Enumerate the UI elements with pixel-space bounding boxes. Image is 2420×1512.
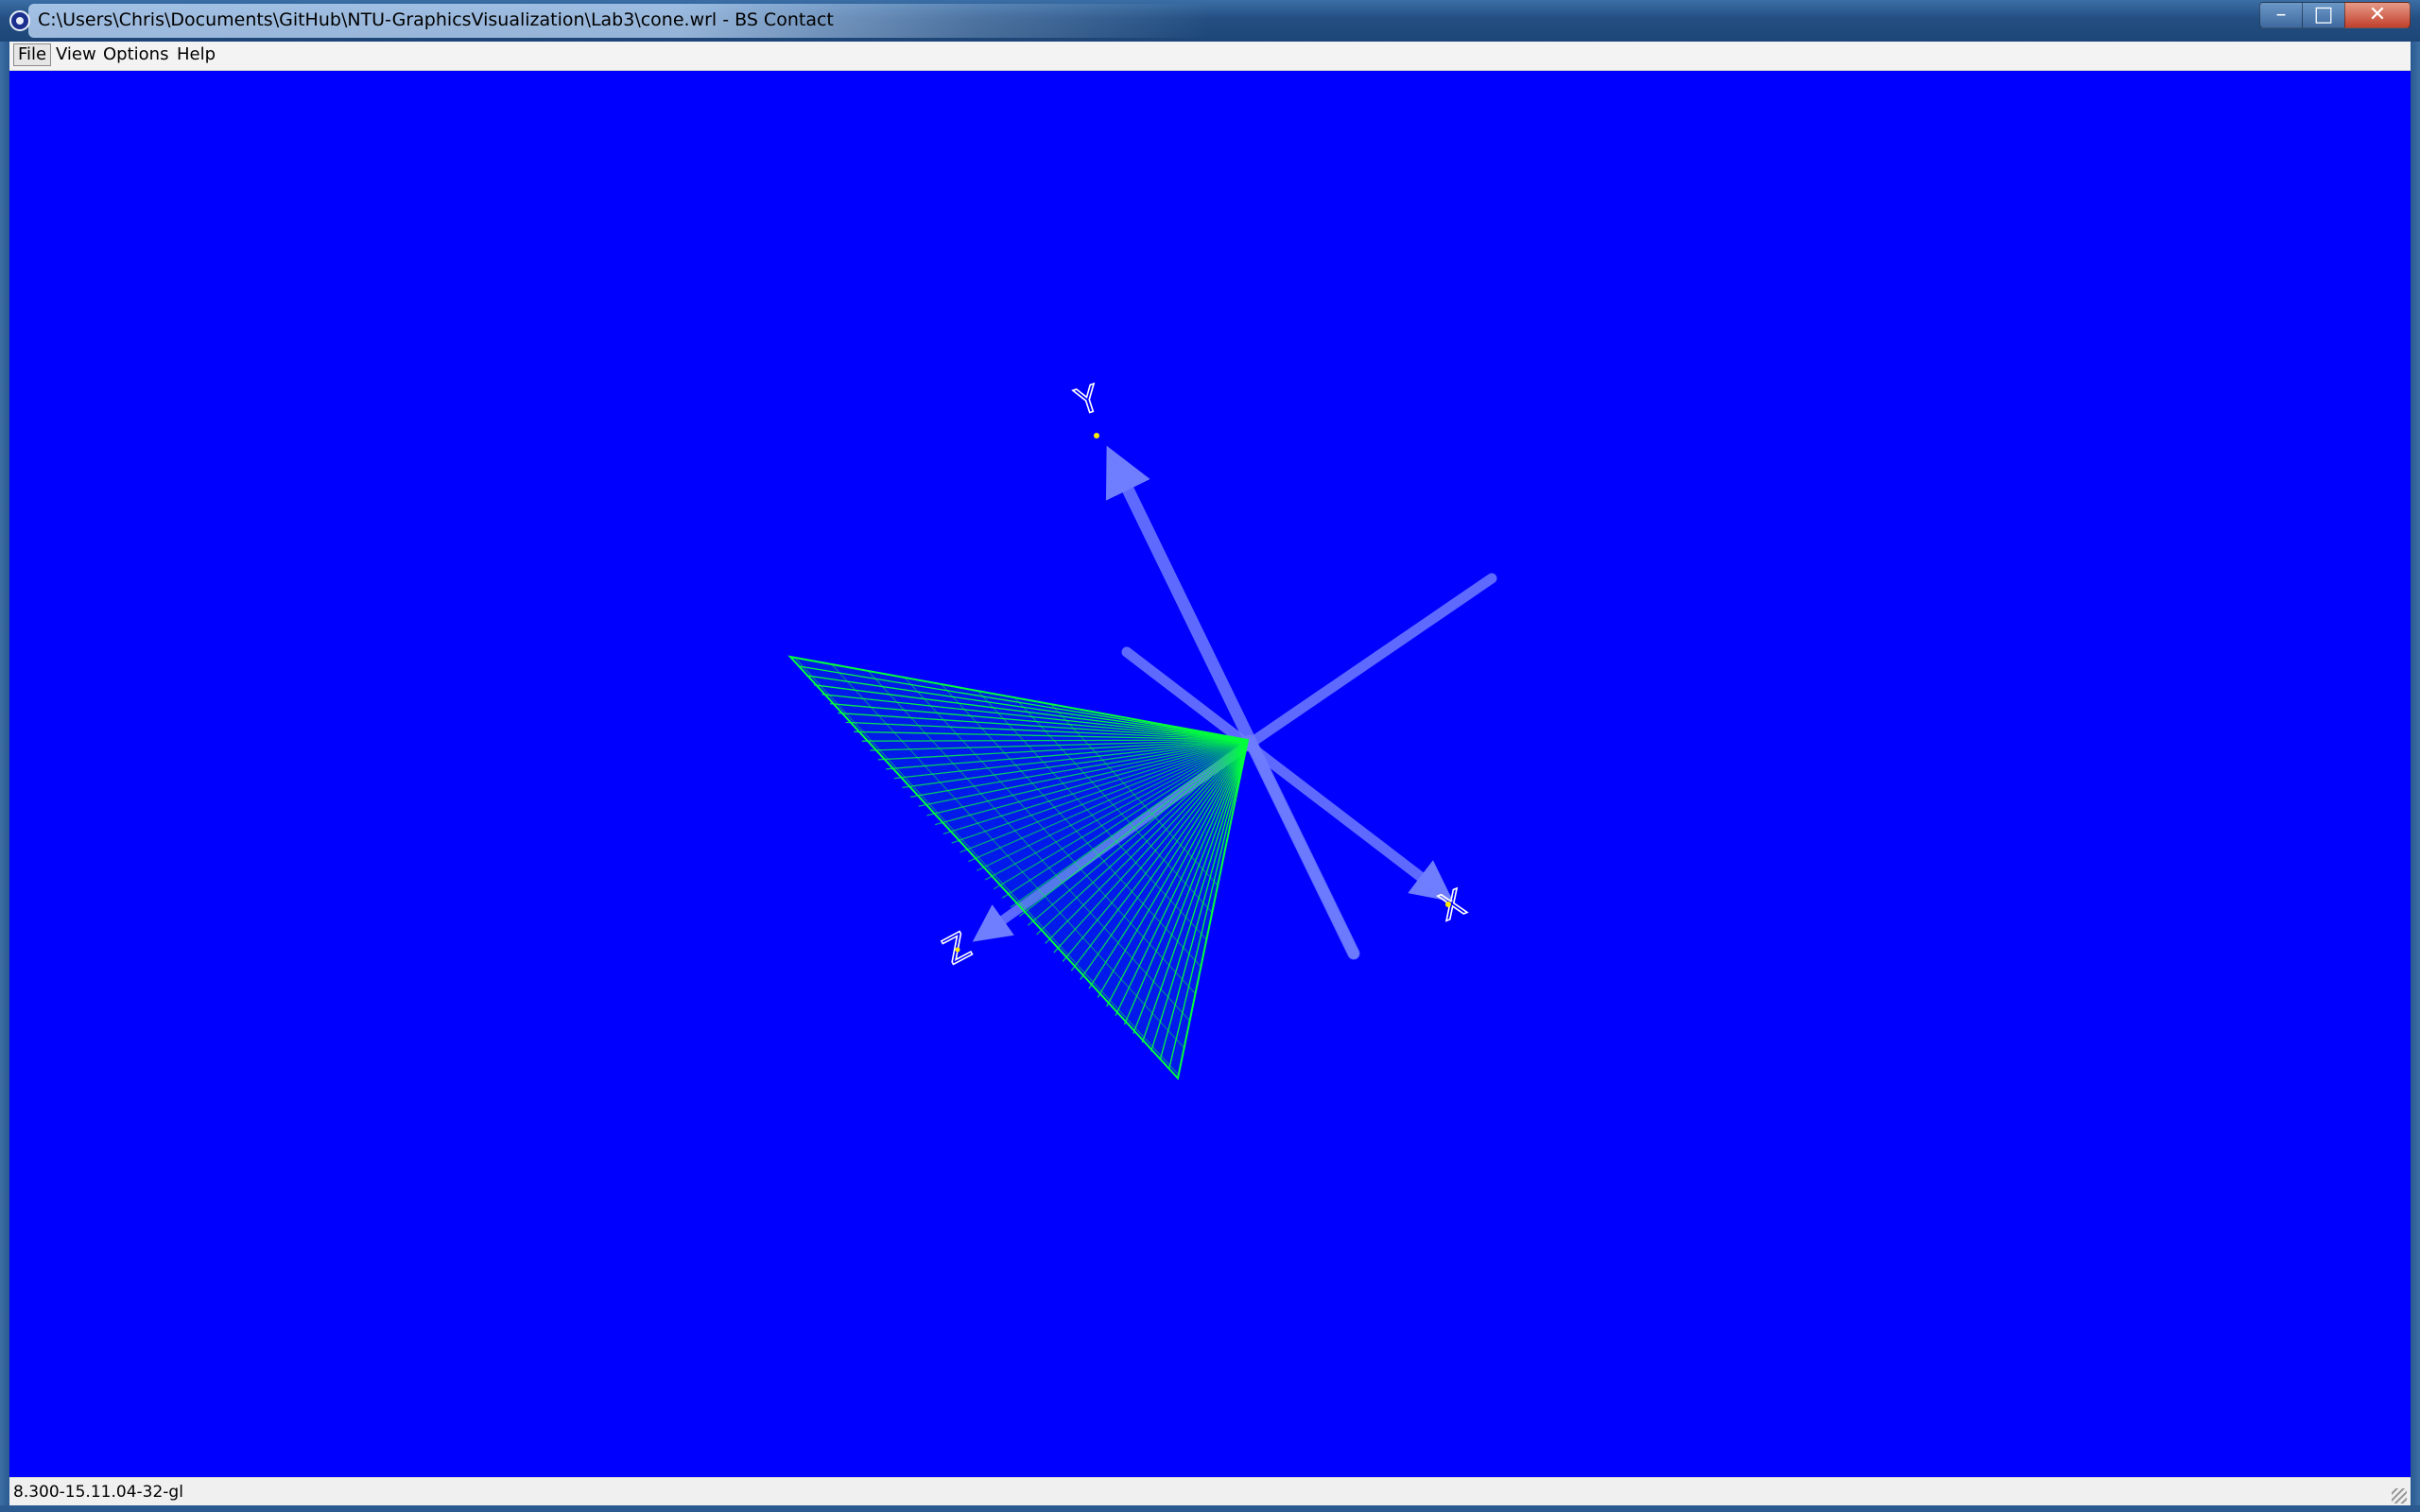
scene-canvas[interactable]: Y X Z: [9, 71, 2411, 1477]
resize-grip-icon[interactable]: [2392, 1488, 2407, 1503]
status-bar: 8.300-15.11.04-32-gl: [9, 1477, 2411, 1506]
vrml-3d-viewport[interactable]: Y X Z: [9, 71, 2411, 1477]
menu-help[interactable]: Help: [173, 44, 219, 65]
window-title: C:\Users\Chris\Documents\GitHub\NTU-Grap…: [38, 9, 834, 30]
x-axis-label: X: [1433, 881, 1472, 929]
window-frame-bottom: [0, 1505, 2420, 1512]
window-frame-right: [2411, 42, 2420, 1512]
app-window: C:\Users\Chris\Documents\GitHub\NTU-Grap…: [0, 0, 2420, 1512]
close-button[interactable]: ✕: [2344, 2, 2411, 28]
bs-contact-app-icon[interactable]: [9, 10, 30, 31]
minimize-button[interactable]: –: [2259, 2, 2303, 28]
menu-view[interactable]: View: [52, 44, 100, 65]
wireframe-cone: [787, 655, 1250, 1081]
window-frame-left: [0, 42, 9, 1512]
menu-bar: File View Options Help: [9, 42, 2411, 71]
menu-file[interactable]: File: [13, 43, 52, 66]
status-version-text: 8.300-15.11.04-32-gl: [13, 1483, 183, 1502]
x-axis-negative-shaft: [1244, 573, 1497, 749]
y-axis-label: Y: [1070, 377, 1105, 424]
x-label-accent: [1445, 902, 1451, 907]
y-label-accent: [1094, 433, 1099, 438]
z-label-accent: [955, 947, 960, 953]
y-axis-negative-shaft: [1244, 734, 1359, 959]
menu-options[interactable]: Options: [99, 44, 172, 65]
title-bar[interactable]: C:\Users\Chris\Documents\GitHub\NTU-Grap…: [0, 0, 2420, 42]
maximize-button[interactable]: □: [2302, 2, 2345, 28]
